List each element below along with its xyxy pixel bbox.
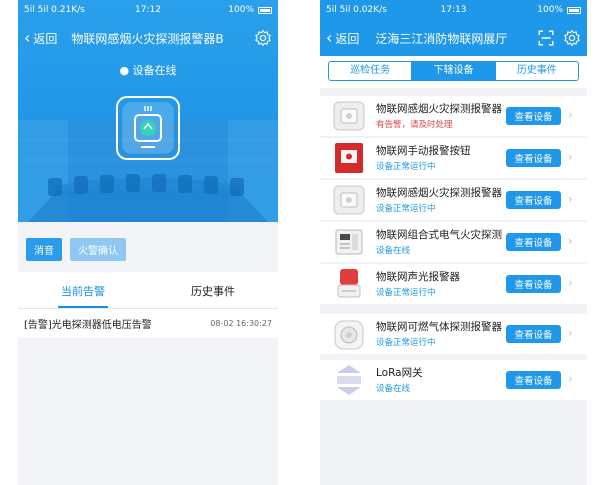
gear-icon[interactable] <box>254 29 272 47</box>
view-device-button[interactable]: 查看设备 <box>506 149 561 167</box>
battery-icon <box>258 6 272 14</box>
smoke-detector-thumb <box>333 101 365 131</box>
chevron-right-icon: › <box>568 108 573 122</box>
device-item[interactable]: 物联网手动报警按钮 设备正常运行中 查看设备 › <box>320 138 587 178</box>
status-time: 17:13 <box>440 5 467 15</box>
phone-left-device-detail: ● 设备在线 5il 5il 0.21K/s 17:12 100% ‹ 返回 物… <box>18 0 278 485</box>
smoke-detector-icon <box>116 96 180 160</box>
gas-detector-thumb <box>334 320 364 350</box>
alarm-text: [告警]光电探测器低电压告警 <box>24 320 152 331</box>
sound-light-alarm-thumb <box>337 269 361 298</box>
back-button[interactable]: ‹ 返回 <box>320 30 359 47</box>
device-item[interactable]: 物联网感烟火灾探测报警器 有告警，请及时处理 查看设备 › <box>320 96 587 136</box>
tab-current-alarms[interactable]: 当前告警 <box>18 272 148 308</box>
tab-history-events[interactable]: 历史事件 <box>148 272 278 308</box>
alarm-time: 08-02 16:30:27 <box>210 319 272 328</box>
chevron-right-icon: › <box>568 234 573 248</box>
online-dot-icon: ● <box>119 64 133 77</box>
device-item[interactable]: 物联网感烟火灾探测报警器 设备正常运行中 查看设备 › <box>320 180 587 220</box>
chevron-left-icon: ‹ <box>24 28 31 47</box>
action-buttons: 消音 火警确认 <box>26 238 126 261</box>
scan-icon[interactable] <box>537 29 555 47</box>
view-device-button[interactable]: 查看设备 <box>506 107 561 125</box>
electrical-fire-detector-thumb <box>335 229 363 255</box>
status-bar: 5il 5il 0.21K/s 17:12 100% <box>18 0 278 20</box>
device-item[interactable]: 物联网可燃气体探测报警器 设备正常运行中 查看设备 › <box>320 314 587 354</box>
chevron-right-icon: › <box>568 150 573 164</box>
status-time: 17:12 <box>135 5 161 15</box>
mute-button[interactable]: 消音 <box>26 238 62 261</box>
page-title: 泛海三江消防物联网展厅 <box>375 31 508 46</box>
segmented-control: 巡检任务 下辖设备 历史事件 <box>328 61 579 81</box>
status-bar: 5il 5il 0.02K/s 17:13 100% <box>320 0 587 20</box>
tab-history-events[interactable]: 历史事件 <box>496 62 578 80</box>
tab-inspection-tasks[interactable]: 巡检任务 <box>329 62 413 80</box>
view-device-button[interactable]: 查看设备 <box>506 371 561 389</box>
view-device-button[interactable]: 查看设备 <box>506 233 561 251</box>
phone-right-device-list: 5il 5il 0.02K/s 17:13 100% ‹ 返回 泛海三江消防物联… <box>320 0 587 485</box>
chevron-left-icon: ‹ <box>326 28 333 47</box>
alarm-tabs: 当前告警 历史事件 <box>18 272 278 308</box>
battery-icon <box>567 6 581 14</box>
lora-gateway-thumb <box>337 365 361 395</box>
device-item[interactable]: 物联网组合式电气火灾探测 设备在线 查看设备 › <box>320 222 587 262</box>
device-online-status: ● 设备在线 <box>119 64 177 77</box>
view-device-button[interactable]: 查看设备 <box>506 325 561 343</box>
nav-bar: ‹ 返回 泛海三江消防物联网展厅 <box>320 20 587 56</box>
view-device-button[interactable]: 查看设备 <box>506 275 561 293</box>
view-device-button[interactable]: 查看设备 <box>506 191 561 209</box>
segment-bar: 巡检任务 下辖设备 历史事件 <box>320 56 587 88</box>
gear-icon[interactable] <box>563 29 581 47</box>
chevron-right-icon: › <box>568 192 573 206</box>
chevron-right-icon: › <box>568 326 573 340</box>
fire-confirm-button[interactable]: 火警确认 <box>70 238 126 261</box>
manual-alarm-button-thumb <box>335 143 363 173</box>
back-button[interactable]: ‹ 返回 <box>18 30 57 47</box>
page-title: 物联网感烟火灾探测报警器B <box>71 31 224 46</box>
chevron-right-icon: › <box>568 372 573 386</box>
smoke-detector-thumb <box>333 185 365 215</box>
tab-sub-devices[interactable]: 下辖设备 <box>412 62 496 80</box>
alarm-list-item[interactable]: [告警]光电探测器低电压告警 08-02 16:30:27 <box>18 308 278 338</box>
chevron-right-icon: › <box>568 276 573 290</box>
device-item[interactable]: 物联网声光报警器 设备正常运行中 查看设备 › <box>320 264 587 304</box>
device-item[interactable]: LoRa网关 设备在线 查看设备 › <box>320 360 587 400</box>
nav-bar: ‹ 返回 物联网感烟火灾探测报警器B <box>18 20 278 56</box>
